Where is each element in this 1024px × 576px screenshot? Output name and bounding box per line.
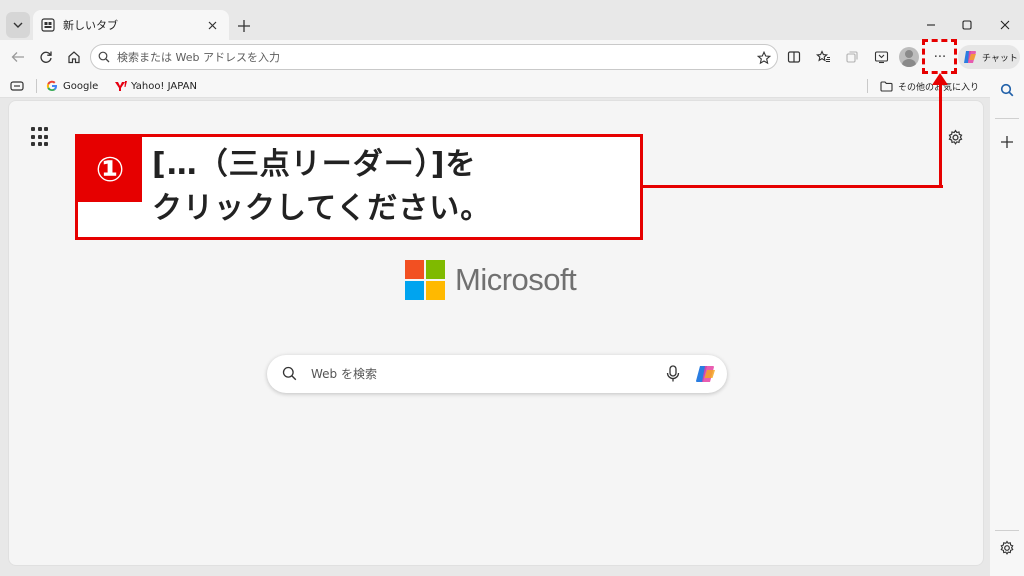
search-icon: [282, 366, 297, 381]
instruction-callout: ① […（三点リーダー）]を クリックしてください。: [75, 134, 643, 240]
sidebar-divider: [995, 118, 1019, 119]
refresh-button[interactable]: [34, 45, 58, 69]
copilot-icon: [964, 51, 976, 63]
home-icon: [68, 51, 80, 64]
folder-icon: [880, 80, 893, 92]
star-icon: [757, 51, 771, 65]
arrow-up-icon: [932, 73, 948, 85]
plus-icon: [238, 20, 250, 32]
collections-button[interactable]: [840, 45, 864, 69]
callout-connector: [939, 83, 942, 188]
address-bar[interactable]: [90, 44, 778, 70]
sidebar-settings-button[interactable]: [995, 536, 1019, 560]
collections-icon: [846, 51, 858, 63]
chevron-down-icon: [13, 22, 23, 28]
tab-close-button[interactable]: [201, 14, 223, 36]
gear-icon: [948, 129, 962, 145]
favorite-yahoo[interactable]: Yahoo! JAPAN: [114, 77, 197, 95]
tab-icon: [10, 81, 24, 91]
toolbar: ··· チャット: [0, 40, 1024, 74]
tab-new-tab[interactable]: 新しいタブ: [33, 10, 229, 40]
microsoft-brand-text: Microsoft: [455, 262, 577, 297]
refresh-icon: [40, 51, 52, 63]
app-launcher-button[interactable]: [31, 127, 51, 147]
favorites-bar: Google Yahoo! JAPAN その他のお気に入り: [0, 74, 1024, 98]
favorites-divider: [36, 79, 37, 93]
search-icon: [98, 51, 110, 63]
microphone-icon: [666, 365, 680, 382]
tab-actions-button[interactable]: [6, 12, 30, 38]
screenshot-icon: [874, 51, 888, 64]
instruction-text: […（三点リーダー）]を クリックしてください。: [152, 147, 492, 226]
screenshot-button[interactable]: [869, 45, 893, 69]
close-icon: [1000, 20, 1010, 30]
copilot-chat-button[interactable]: チャット: [958, 45, 1020, 69]
voice-search-button[interactable]: [663, 364, 683, 384]
close-icon: [208, 21, 216, 29]
tab-title: 新しいタブ: [63, 19, 118, 32]
gear-icon: [1000, 540, 1014, 555]
maximize-button[interactable]: [950, 12, 984, 38]
step-number: ①: [78, 137, 142, 202]
copilot-icon: [696, 366, 715, 382]
favorites-button[interactable]: [811, 45, 835, 69]
sidebar-divider: [995, 530, 1019, 531]
reading-view-button[interactable]: [10, 77, 24, 95]
home-button[interactable]: [62, 45, 86, 69]
tab-strip: 新しいタブ: [0, 0, 1024, 40]
web-search-input[interactable]: [311, 362, 651, 386]
arrow-left-icon: [11, 52, 24, 62]
favorite-label: Yahoo! JAPAN: [131, 80, 197, 92]
copilot-search-button[interactable]: [694, 363, 718, 385]
plus-icon: [1001, 136, 1013, 148]
page-settings-button[interactable]: [943, 125, 967, 149]
sidebar-search-button[interactable]: [995, 78, 1019, 102]
address-input[interactable]: [117, 45, 747, 69]
minimize-icon: [927, 24, 935, 26]
favorite-label: Google: [63, 80, 99, 92]
yahoo-icon: [115, 81, 127, 91]
edge-sidebar: [990, 74, 1024, 576]
add-favorite-button[interactable]: [755, 49, 773, 67]
sidebar-add-button[interactable]: [995, 130, 1019, 154]
back-button[interactable]: [6, 45, 30, 69]
favorite-google[interactable]: Google: [46, 77, 98, 95]
other-favorites-button[interactable]: その他のお気に入り: [880, 77, 979, 95]
web-search-box[interactable]: [267, 355, 727, 393]
microsoft-logo-icon: [405, 260, 445, 300]
google-icon: [46, 80, 57, 91]
maximize-icon: [962, 20, 972, 30]
minimize-button[interactable]: [914, 12, 948, 38]
split-screen-icon: [787, 51, 801, 63]
chat-label: チャット: [982, 53, 1018, 64]
split-screen-button[interactable]: [782, 45, 806, 69]
search-icon: [1000, 83, 1014, 97]
more-button-highlight: [922, 39, 957, 74]
new-tab-page-icon: [41, 18, 55, 32]
favorites-icon: [815, 50, 830, 63]
new-tab-button[interactable]: [232, 14, 256, 38]
callout-connector: [643, 185, 943, 188]
profile-avatar[interactable]: [899, 47, 919, 67]
favorites-divider: [867, 79, 868, 93]
close-window-button[interactable]: [988, 12, 1022, 38]
